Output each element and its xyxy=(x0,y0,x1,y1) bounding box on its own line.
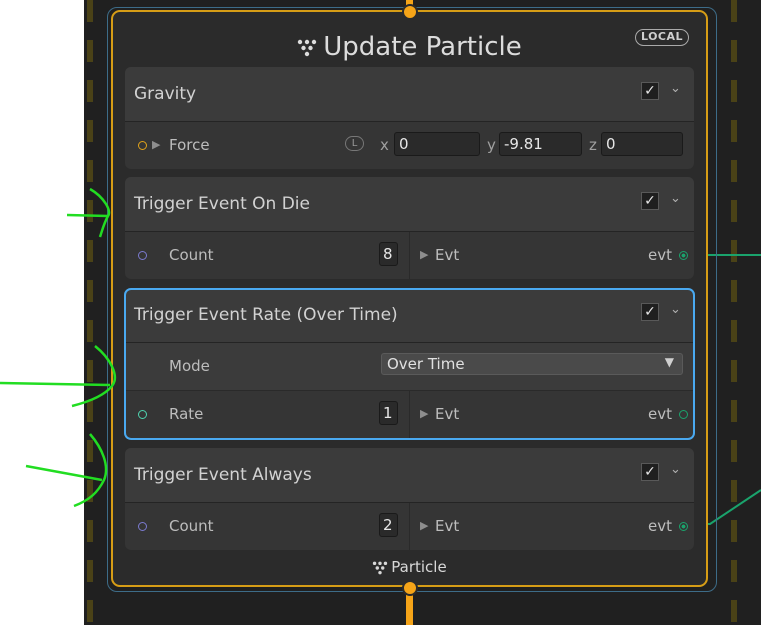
evt-output-label: evt xyxy=(648,517,672,535)
annotation-arrow xyxy=(25,433,108,508)
block-enabled-checkbox[interactable]: ✓ xyxy=(641,303,659,321)
divider xyxy=(409,391,410,439)
x-label: x xyxy=(380,136,389,154)
rate-field[interactable]: 1 xyxy=(379,401,398,425)
expand-triangle-icon[interactable]: ▶ xyxy=(420,519,428,532)
y-label: y xyxy=(487,136,496,154)
flow-output-port[interactable] xyxy=(402,580,418,596)
force-y-field[interactable]: -9.81 xyxy=(499,132,582,156)
trigger-on-die-block[interactable]: Trigger Event On Die ✓ ⌄ Count 8 ▶ Evt e… xyxy=(125,177,694,279)
vector-port-icon[interactable] xyxy=(138,141,147,150)
expand-triangle-icon[interactable]: ▶ xyxy=(420,407,428,420)
expand-triangle-icon[interactable]: ▶ xyxy=(420,248,428,261)
background-dashed-line xyxy=(731,0,737,625)
block-title: Trigger Event Always xyxy=(134,465,312,485)
chevron-down-icon[interactable]: ⌄ xyxy=(670,462,681,477)
block-header[interactable]: Trigger Event Rate (Over Time) ✓ ⌄ xyxy=(125,288,694,343)
chevron-down-icon[interactable]: ⌄ xyxy=(670,302,681,317)
dropdown-arrow-icon: ▼ xyxy=(664,355,674,369)
count-label: Count xyxy=(169,517,214,535)
rate-row: Rate 1 ▶ Evt evt xyxy=(125,391,694,439)
evt-output-label: evt xyxy=(648,246,672,264)
evt-output-label: evt xyxy=(648,405,672,423)
particle-system-icon xyxy=(373,561,388,574)
mode-label: Mode xyxy=(169,357,210,375)
force-row: ▶ Force L x 0 y -9.81 z 0 xyxy=(125,122,694,169)
node-output: Particle xyxy=(0,558,761,576)
divider xyxy=(409,232,410,279)
block-title: Trigger Event On Die xyxy=(134,194,310,214)
block-title: Gravity xyxy=(134,84,197,104)
event-output-port[interactable] xyxy=(679,251,688,260)
divider xyxy=(409,503,410,550)
count-field[interactable]: 2 xyxy=(379,513,398,537)
trigger-always-block[interactable]: Trigger Event Always ✓ ⌄ Count 2 ▶ Evt e… xyxy=(125,448,694,550)
local-space-badge[interactable]: LOCAL xyxy=(635,29,689,46)
evt-input-label: Evt xyxy=(435,405,460,423)
force-x-field[interactable]: 0 xyxy=(394,132,480,156)
node-title[interactable]: Update Particle xyxy=(113,32,706,62)
background-dashed-line xyxy=(87,0,93,625)
block-header[interactable]: Gravity ✓ ⌄ xyxy=(125,67,694,122)
force-z-field[interactable]: 0 xyxy=(601,132,683,156)
chevron-down-icon[interactable]: ⌄ xyxy=(670,191,681,206)
event-output-port[interactable] xyxy=(679,522,688,531)
trigger-rate-block[interactable]: Trigger Event Rate (Over Time) ✓ ⌄ Mode … xyxy=(125,288,694,439)
block-enabled-checkbox[interactable]: ✓ xyxy=(641,192,659,210)
count-row: Count 8 ▶ Evt evt xyxy=(125,232,694,279)
local-space-toggle[interactable]: L xyxy=(345,136,364,151)
particle-system-icon xyxy=(298,39,317,56)
expand-triangle-icon[interactable]: ▶ xyxy=(152,138,160,151)
annotation-arrow xyxy=(66,187,111,238)
gravity-block[interactable]: Gravity ✓ ⌄ ▶ Force L x 0 y -9.81 z 0 xyxy=(125,67,694,169)
block-header[interactable]: Trigger Event On Die ✓ ⌄ xyxy=(125,177,694,232)
float-port-icon[interactable] xyxy=(138,410,147,419)
z-label: z xyxy=(589,136,597,154)
chevron-down-icon[interactable]: ⌄ xyxy=(670,81,681,96)
flow-input-port[interactable] xyxy=(402,4,418,20)
rate-label: Rate xyxy=(169,405,204,423)
count-label: Count xyxy=(169,246,214,264)
uint-port-icon[interactable] xyxy=(138,522,147,531)
uint-port-icon[interactable] xyxy=(138,251,147,260)
node-title-text: Update Particle xyxy=(323,32,522,62)
mode-dropdown[interactable]: Over Time ▼ xyxy=(381,353,683,375)
count-field[interactable]: 8 xyxy=(379,242,398,266)
evt-input-label: Evt xyxy=(435,246,460,264)
block-header[interactable]: Trigger Event Always ✓ ⌄ xyxy=(125,448,694,503)
block-enabled-checkbox[interactable]: ✓ xyxy=(641,463,659,481)
node-output-label: Particle xyxy=(391,558,447,576)
block-title: Trigger Event Rate (Over Time) xyxy=(134,305,398,325)
annotation-arrow xyxy=(0,345,117,408)
block-enabled-checkbox[interactable]: ✓ xyxy=(641,82,659,100)
count-row: Count 2 ▶ Evt evt xyxy=(125,503,694,550)
evt-input-label: Evt xyxy=(435,517,460,535)
mode-value: Over Time xyxy=(387,355,465,373)
mode-row: Mode Over Time ▼ xyxy=(125,343,694,391)
event-output-port[interactable] xyxy=(679,410,688,419)
force-label: Force xyxy=(169,136,210,154)
